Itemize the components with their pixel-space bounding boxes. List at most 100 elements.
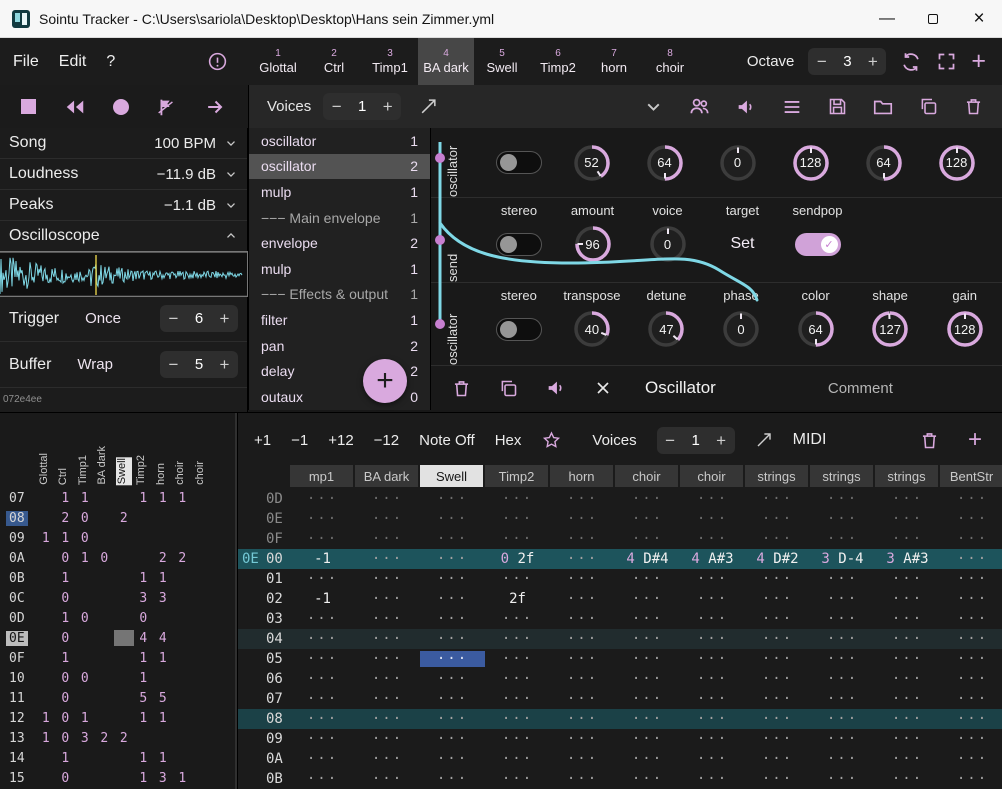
pattern-cell[interactable]: ··· <box>420 671 485 687</box>
pattern-cell[interactable]: ··· <box>485 711 550 727</box>
transpose-minus12-button[interactable]: −12 <box>374 432 399 449</box>
pattern-cell[interactable]: ··· <box>355 651 420 667</box>
save-button[interactable] <box>827 96 848 117</box>
order-cell[interactable]: 1 <box>134 751 154 766</box>
order-cell[interactable]: 0 <box>56 671 76 686</box>
copy-unit-button[interactable] <box>498 378 519 399</box>
pattern-cell[interactable]: ··· <box>420 591 485 607</box>
order-cell[interactable]: 1 <box>153 491 173 506</box>
pattern-cell[interactable]: ··· <box>745 711 810 727</box>
pattern-cell[interactable]: ··· <box>290 751 355 767</box>
chevron-up-icon[interactable] <box>224 229 238 243</box>
pattern-cell[interactable]: ··· <box>940 711 1002 727</box>
order-cell[interactable]: 3 <box>153 591 173 606</box>
pattern-cell[interactable]: ··· <box>875 491 940 507</box>
pattern-cell[interactable]: ··· <box>940 731 1002 747</box>
pattern-cell[interactable]: ··· <box>875 691 940 707</box>
play-arrow-button[interactable] <box>204 96 227 118</box>
pattern-cell[interactable]: ··· <box>550 591 615 607</box>
unit-list-item[interactable]: filter1 <box>249 307 430 333</box>
pattern-cell[interactable]: ··· <box>485 731 550 747</box>
trigger-mode-button[interactable]: Once <box>85 310 121 327</box>
collapse-chevron-button[interactable] <box>643 96 664 117</box>
pattern-cell[interactable]: 4 D#2 <box>745 551 810 567</box>
rewind-button[interactable] <box>63 96 87 118</box>
pattern-cell[interactable]: ··· <box>355 551 420 567</box>
order-row-number[interactable]: 08 <box>0 511 36 526</box>
pattern-cell[interactable]: ··· <box>745 751 810 767</box>
pattern-cell[interactable]: ··· <box>680 611 745 627</box>
order-cell[interactable]: 2 <box>114 511 134 526</box>
pattern-cell[interactable]: ··· <box>680 591 745 607</box>
song-row[interactable]: Song 100 BPM <box>0 128 247 159</box>
pattern-cell[interactable]: ··· <box>875 571 940 587</box>
add-unit-button[interactable]: + <box>363 359 407 403</box>
order-row-number[interactable]: 07 <box>0 491 36 506</box>
pattern-cell[interactable]: ··· <box>810 511 875 527</box>
song-track-tab-horn[interactable]: 7horn <box>586 38 642 85</box>
close-button[interactable]: × <box>956 0 1002 37</box>
order-cell[interactable]: 0 <box>95 551 115 566</box>
loudness-row[interactable]: Loudness −11.9 dB <box>0 159 247 190</box>
order-cell[interactable]: 1 <box>36 731 56 746</box>
knob[interactable]: 96 <box>571 222 615 266</box>
peaks-row[interactable]: Peaks −1.1 dB <box>0 190 247 221</box>
pattern-cell[interactable]: ··· <box>745 731 810 747</box>
pattern-cell[interactable]: ··· <box>745 611 810 627</box>
presets-people-button[interactable] <box>688 95 711 118</box>
menu-help[interactable]: ? <box>106 53 115 71</box>
pattern-cell[interactable]: ··· <box>615 571 680 587</box>
order-cell[interactable]: 1 <box>75 491 95 506</box>
pattern-cell[interactable]: ··· <box>355 731 420 747</box>
pattern-cell[interactable]: ··· <box>745 571 810 587</box>
midi-button[interactable]: MIDI <box>793 431 827 449</box>
order-cell[interactable]: 1 <box>153 571 173 586</box>
pattern-cell[interactable]: ··· <box>355 691 420 707</box>
order-cell[interactable]: 1 <box>134 711 154 726</box>
pattern-cell[interactable]: ··· <box>810 731 875 747</box>
order-column-swell[interactable]: Swell <box>116 457 132 485</box>
pattern-cell[interactable]: ··· <box>355 571 420 587</box>
pattern-track-header-bentstr[interactable]: BentStr <box>940 465 1002 487</box>
delete-instrument-button[interactable] <box>963 96 984 117</box>
order-cell[interactable]: 0 <box>134 611 154 626</box>
pattern-cell[interactable]: ··· <box>485 771 550 787</box>
order-row-number[interactable]: 0A <box>0 551 36 566</box>
order-cell[interactable]: 5 <box>134 691 154 706</box>
pattern-cell[interactable]: ··· <box>680 651 745 667</box>
unit-list-item[interactable]: −−− Effects & output1 <box>249 282 430 308</box>
pattern-cell[interactable]: 0 2f <box>485 551 550 567</box>
pattern-cell[interactable]: ··· <box>355 531 420 547</box>
maximize-button[interactable] <box>910 0 956 37</box>
order-row-number[interactable]: 15 <box>0 771 36 786</box>
pattern-cell[interactable]: ··· <box>485 531 550 547</box>
order-row-number[interactable]: 10 <box>0 671 36 686</box>
order-cell[interactable]: 1 <box>56 491 76 506</box>
pattern-cell[interactable]: ··· <box>355 711 420 727</box>
unit-list-item[interactable]: pan2 <box>249 333 430 359</box>
sync-button[interactable] <box>900 51 922 73</box>
pattern-cell[interactable]: ··· <box>745 511 810 527</box>
pattern-cell[interactable]: ··· <box>680 691 745 707</box>
order-cell[interactable]: 1 <box>173 491 193 506</box>
pattern-cell[interactable]: ··· <box>485 511 550 527</box>
knob[interactable]: 64 <box>643 141 687 185</box>
pattern-cell[interactable]: ··· <box>550 771 615 787</box>
pattern-cell[interactable]: ··· <box>875 711 940 727</box>
order-cell[interactable]: 0 <box>56 691 76 706</box>
order-cell[interactable]: 0 <box>56 551 76 566</box>
pattern-track-header-ba-dark[interactable]: BA dark <box>355 465 420 487</box>
order-row-number[interactable]: 13 <box>0 731 36 746</box>
pattern-cell[interactable]: ··· <box>355 511 420 527</box>
close-unit-button[interactable] <box>593 378 613 398</box>
pattern-cell[interactable]: ··· <box>615 711 680 727</box>
order-cell[interactable]: 0 <box>56 771 76 786</box>
pattern-track-header-strings[interactable]: strings <box>810 465 875 487</box>
stop-button[interactable] <box>21 99 36 114</box>
order-cell[interactable]: 1 <box>153 711 173 726</box>
pattern-cell[interactable]: ··· <box>940 671 1002 687</box>
pattern-cell[interactable]: ··· <box>290 631 355 647</box>
order-cell[interactable]: 5 <box>153 691 173 706</box>
pattern-cell[interactable]: ··· <box>550 651 615 667</box>
instrument-speaker-button[interactable] <box>735 96 757 118</box>
